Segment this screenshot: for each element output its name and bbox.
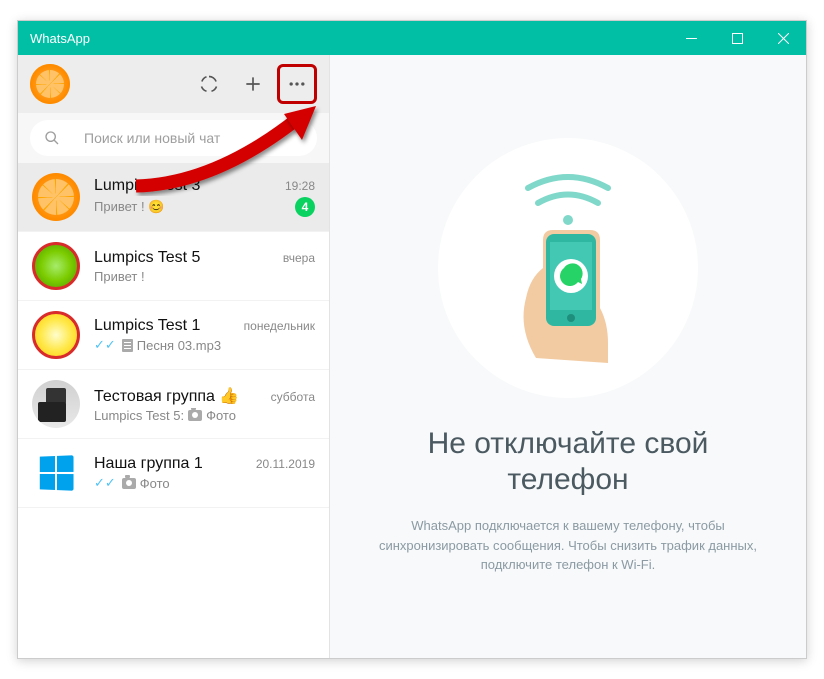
chat-item[interactable]: Lumpics Test 3 19:28 Привет ! 😊 4 (18, 163, 329, 232)
window-title: WhatsApp (30, 31, 90, 46)
chat-item[interactable]: Lumpics Test 5 вчера Привет ! (18, 232, 329, 301)
new-chat-icon[interactable] (233, 64, 273, 104)
welcome-illustration (438, 138, 698, 398)
search-box[interactable] (30, 120, 317, 156)
sidebar-header (18, 55, 329, 113)
search-row (18, 113, 329, 163)
chat-preview: Lumpics Test 5: Фото (94, 408, 315, 423)
chat-item[interactable]: Наша группа 1 20.11.2019 ✓✓ Фото (18, 439, 329, 508)
camera-icon (188, 410, 202, 421)
chat-avatar (32, 242, 80, 290)
client-area: Lumpics Test 3 19:28 Привет ! 😊 4 Lumpi (18, 55, 806, 658)
chat-item[interactable]: Тестовая группа 👍 суббота Lumpics Test 5… (18, 370, 329, 439)
chat-preview-sender: Lumpics Test 5: (94, 408, 184, 423)
read-ticks-icon: ✓✓ (94, 337, 116, 353)
document-icon (122, 339, 133, 352)
minimize-button[interactable] (668, 21, 714, 55)
chat-avatar (32, 449, 80, 497)
chat-time: вчера (283, 251, 315, 265)
menu-icon[interactable] (277, 64, 317, 104)
chat-title: Наша группа 1 (94, 455, 250, 473)
chat-preview: Привет ! 😊 (94, 199, 289, 215)
main-pane: Не отключайте свой телефон WhatsApp подк… (330, 55, 806, 658)
chat-title: Тестовая группа 👍 (94, 386, 265, 406)
status-icon[interactable] (189, 64, 229, 104)
chat-avatar (32, 311, 80, 359)
chat-avatar (32, 380, 80, 428)
chat-preview-text: Фото (206, 408, 236, 423)
close-button[interactable] (760, 21, 806, 55)
main-title: Не отключайте свой телефон (370, 426, 766, 498)
chat-time: 20.11.2019 (256, 457, 315, 471)
maximize-button[interactable] (714, 21, 760, 55)
chat-item[interactable]: Lumpics Test 1 понедельник ✓✓ Песня 03.m… (18, 301, 329, 370)
titlebar: WhatsApp (18, 21, 806, 55)
chat-title: Lumpics Test 1 (94, 317, 238, 335)
search-icon (44, 130, 60, 146)
camera-icon (122, 478, 136, 489)
unread-badge: 4 (295, 197, 315, 217)
app-window: WhatsApp (17, 20, 807, 659)
chat-preview-text: Песня 03.mp3 (137, 338, 221, 353)
chat-preview: ✓✓ Фото (94, 475, 315, 491)
chat-avatar (32, 173, 80, 221)
chat-time: суббота (271, 390, 315, 404)
chat-preview: Привет ! (94, 269, 315, 284)
chat-preview-text: Фото (140, 476, 170, 491)
chat-title: Lumpics Test 3 (94, 177, 279, 195)
main-description: WhatsApp подключается к вашему телефону,… (378, 516, 758, 575)
chat-time: понедельник (244, 319, 315, 333)
chat-title: Lumpics Test 5 (94, 249, 277, 267)
read-ticks-icon: ✓✓ (94, 475, 116, 491)
search-input[interactable] (84, 130, 303, 146)
chat-time: 19:28 (285, 179, 315, 193)
sidebar: Lumpics Test 3 19:28 Привет ! 😊 4 Lumpi (18, 55, 330, 658)
profile-avatar[interactable] (30, 64, 70, 104)
chat-list[interactable]: Lumpics Test 3 19:28 Привет ! 😊 4 Lumpi (18, 163, 329, 658)
chat-preview: ✓✓ Песня 03.mp3 (94, 337, 315, 353)
